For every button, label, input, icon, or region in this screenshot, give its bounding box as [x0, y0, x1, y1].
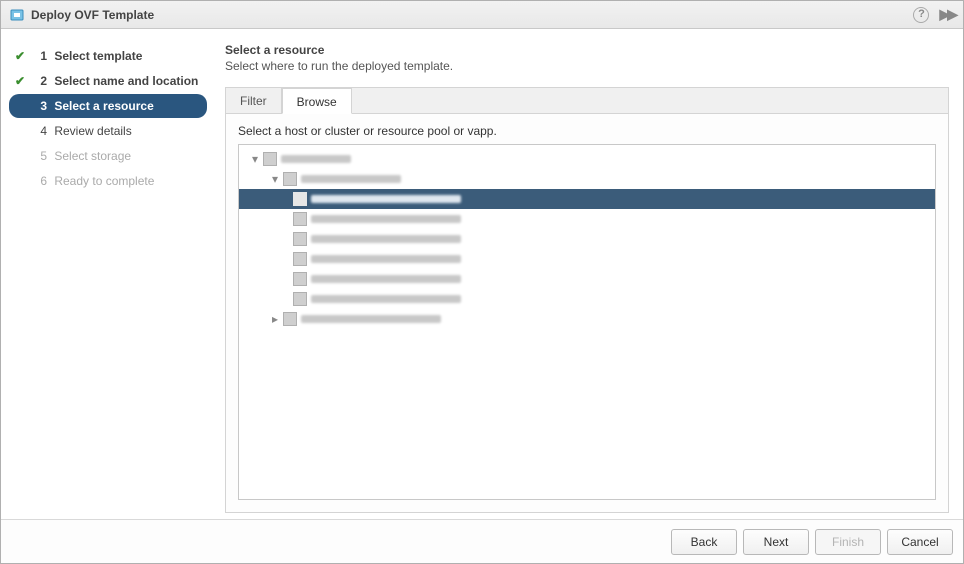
step-label: Ready to complete — [54, 174, 154, 188]
check-icon: ✔ — [15, 74, 27, 88]
check-icon: ✔ — [15, 49, 27, 63]
cancel-button[interactable]: Cancel — [887, 529, 953, 555]
tree-item-label — [311, 295, 461, 303]
host-icon — [293, 252, 307, 266]
step-label: Select template — [54, 49, 142, 63]
step-select-storage: ✔ 5 Select storage — [9, 144, 207, 168]
next-button[interactable]: Next — [743, 529, 809, 555]
wizard-content: Select a resource Select where to run th… — [215, 29, 963, 519]
step-label: Select storage — [54, 149, 131, 163]
expand-icon[interactable]: ▶▶ — [939, 6, 955, 23]
tabbar: Filter Browse — [225, 87, 949, 113]
tree-item-label — [311, 195, 461, 203]
tree-host-standalone[interactable]: ▸ — [239, 309, 935, 329]
ovf-icon — [9, 7, 25, 23]
resource-tree[interactable]: ▾ ▾ — [238, 144, 936, 500]
help-icon[interactable]: ? — [913, 7, 929, 23]
host-icon — [293, 292, 307, 306]
collapse-icon[interactable]: ▾ — [249, 152, 261, 166]
titlebar: Deploy OVF Template ? ▶▶ — [1, 1, 963, 29]
browse-hint: Select a host or cluster or resource poo… — [238, 124, 936, 138]
cluster-icon — [283, 172, 297, 186]
deploy-ovf-dialog: Deploy OVF Template ? ▶▶ ✔ 1 Select temp… — [0, 0, 964, 564]
tree-item-label — [311, 235, 461, 243]
tree-host[interactable] — [239, 189, 935, 209]
tab-browse-panel: Select a host or cluster or resource poo… — [225, 113, 949, 513]
tree-item-label — [301, 175, 401, 183]
wizard-steps: ✔ 1 Select template ✔ 2 Select name and … — [1, 29, 215, 519]
tree-item-label — [311, 275, 461, 283]
finish-button: Finish — [815, 529, 881, 555]
step-ready-complete: ✔ 6 Ready to complete — [9, 169, 207, 193]
step-select-name-location[interactable]: ✔ 2 Select name and location — [9, 69, 207, 93]
host-icon — [283, 312, 297, 326]
step-label: Select a resource — [54, 99, 153, 113]
step-label: Select name and location — [54, 74, 198, 88]
datacenter-icon — [263, 152, 277, 166]
tree-item-label — [281, 155, 351, 163]
step-review-details[interactable]: ✔ 4 Review details — [9, 119, 207, 143]
tree-host[interactable] — [239, 249, 935, 269]
tree-item-label — [311, 215, 461, 223]
tree-item-label — [311, 255, 461, 263]
host-icon — [293, 232, 307, 246]
tab-browse[interactable]: Browse — [282, 88, 352, 114]
host-icon — [293, 212, 307, 226]
dialog-footer: Back Next Finish Cancel — [1, 519, 963, 563]
step-select-template[interactable]: ✔ 1 Select template — [9, 44, 207, 68]
dialog-body: ✔ 1 Select template ✔ 2 Select name and … — [1, 29, 963, 519]
tree-host[interactable] — [239, 289, 935, 309]
tree-host[interactable] — [239, 209, 935, 229]
tree-datacenter[interactable]: ▾ — [239, 149, 935, 169]
collapse-icon[interactable]: ▾ — [269, 172, 281, 186]
dialog-title: Deploy OVF Template — [31, 8, 154, 22]
expand-icon[interactable]: ▸ — [269, 312, 281, 326]
host-icon — [293, 192, 307, 206]
tree-host[interactable] — [239, 269, 935, 289]
back-button[interactable]: Back — [671, 529, 737, 555]
page-title: Select a resource — [225, 43, 949, 57]
tree-cluster[interactable]: ▾ — [239, 169, 935, 189]
step-label: Review details — [54, 124, 131, 138]
page-description: Select where to run the deployed templat… — [225, 59, 949, 73]
step-select-resource[interactable]: ✔ 3 Select a resource — [9, 94, 207, 118]
host-icon — [293, 272, 307, 286]
tree-item-label — [301, 315, 441, 323]
tree-host[interactable] — [239, 229, 935, 249]
tab-filter[interactable]: Filter — [226, 88, 282, 113]
